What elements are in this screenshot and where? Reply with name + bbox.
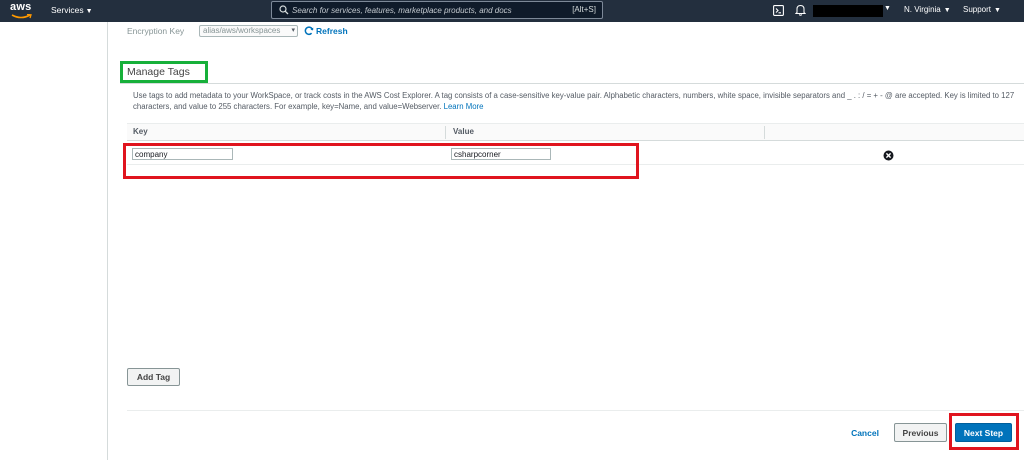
support-menu[interactable]: Support ▼	[963, 5, 1001, 14]
highlight-next-step	[949, 413, 1019, 450]
learn-more-link[interactable]: Learn More	[444, 102, 484, 111]
previous-button[interactable]: Previous	[894, 423, 947, 442]
tags-description: Use tags to add metadata to your WorkSpa…	[133, 90, 1018, 112]
account-caret-down-icon[interactable]: ▼	[884, 5, 891, 12]
remove-tag-icon[interactable]	[883, 150, 894, 161]
tags-table-header: Key Value	[127, 123, 1024, 141]
search-box[interactable]: [Alt+S]	[271, 1, 603, 19]
services-label: Services	[51, 5, 84, 15]
aws-logo[interactable]: aws	[10, 1, 34, 21]
account-name-redacted[interactable]	[813, 5, 883, 17]
encryption-key-select[interactable]: alias/aws/workspaces ▾	[199, 25, 298, 37]
column-header-value: Value	[453, 127, 474, 136]
tags-description-text: Use tags to add metadata to your WorkSpa…	[133, 91, 1015, 111]
refresh-link[interactable]: Refresh	[316, 26, 348, 36]
highlight-manage-tags	[120, 61, 208, 83]
top-navigation-bar: aws Services▼ [Alt+S] ▼	[0, 0, 1024, 22]
encryption-key-label: Encryption Key	[127, 26, 185, 36]
aws-logo-text: aws	[10, 1, 32, 13]
workspaces-launch-page: aws Services▼ [Alt+S] ▼	[0, 0, 1024, 460]
column-separator	[764, 126, 765, 139]
column-separator	[445, 126, 446, 139]
region-label: N. Virginia	[904, 5, 941, 14]
region-menu[interactable]: N. Virginia ▼	[904, 5, 951, 14]
support-caret-down-icon: ▼	[994, 7, 1001, 14]
search-shortcut: [Alt+S]	[572, 5, 596, 14]
cancel-button[interactable]: Cancel	[842, 424, 888, 442]
services-menu[interactable]: Services ▼	[51, 5, 93, 15]
encryption-key-value: alias/aws/workspaces	[203, 26, 281, 35]
bell-icon[interactable]	[795, 4, 806, 16]
caret-down-icon: ▼	[85, 8, 93, 15]
highlight-tag-row	[123, 143, 639, 179]
search-icon	[279, 5, 289, 15]
sidebar-divider	[107, 22, 108, 460]
support-label: Support	[963, 5, 992, 14]
panel-header-rule	[120, 83, 1024, 84]
region-caret-down-icon: ▼	[943, 7, 951, 14]
aws-smile-icon	[11, 14, 32, 19]
add-tag-button[interactable]: Add Tag	[127, 368, 180, 386]
footer-divider	[127, 410, 1024, 411]
refresh-icon[interactable]	[304, 26, 314, 36]
search-input[interactable]	[292, 2, 562, 18]
cloudshell-icon[interactable]	[773, 5, 784, 16]
chevron-down-icon: ▾	[291, 27, 295, 34]
column-header-key: Key	[133, 127, 148, 136]
